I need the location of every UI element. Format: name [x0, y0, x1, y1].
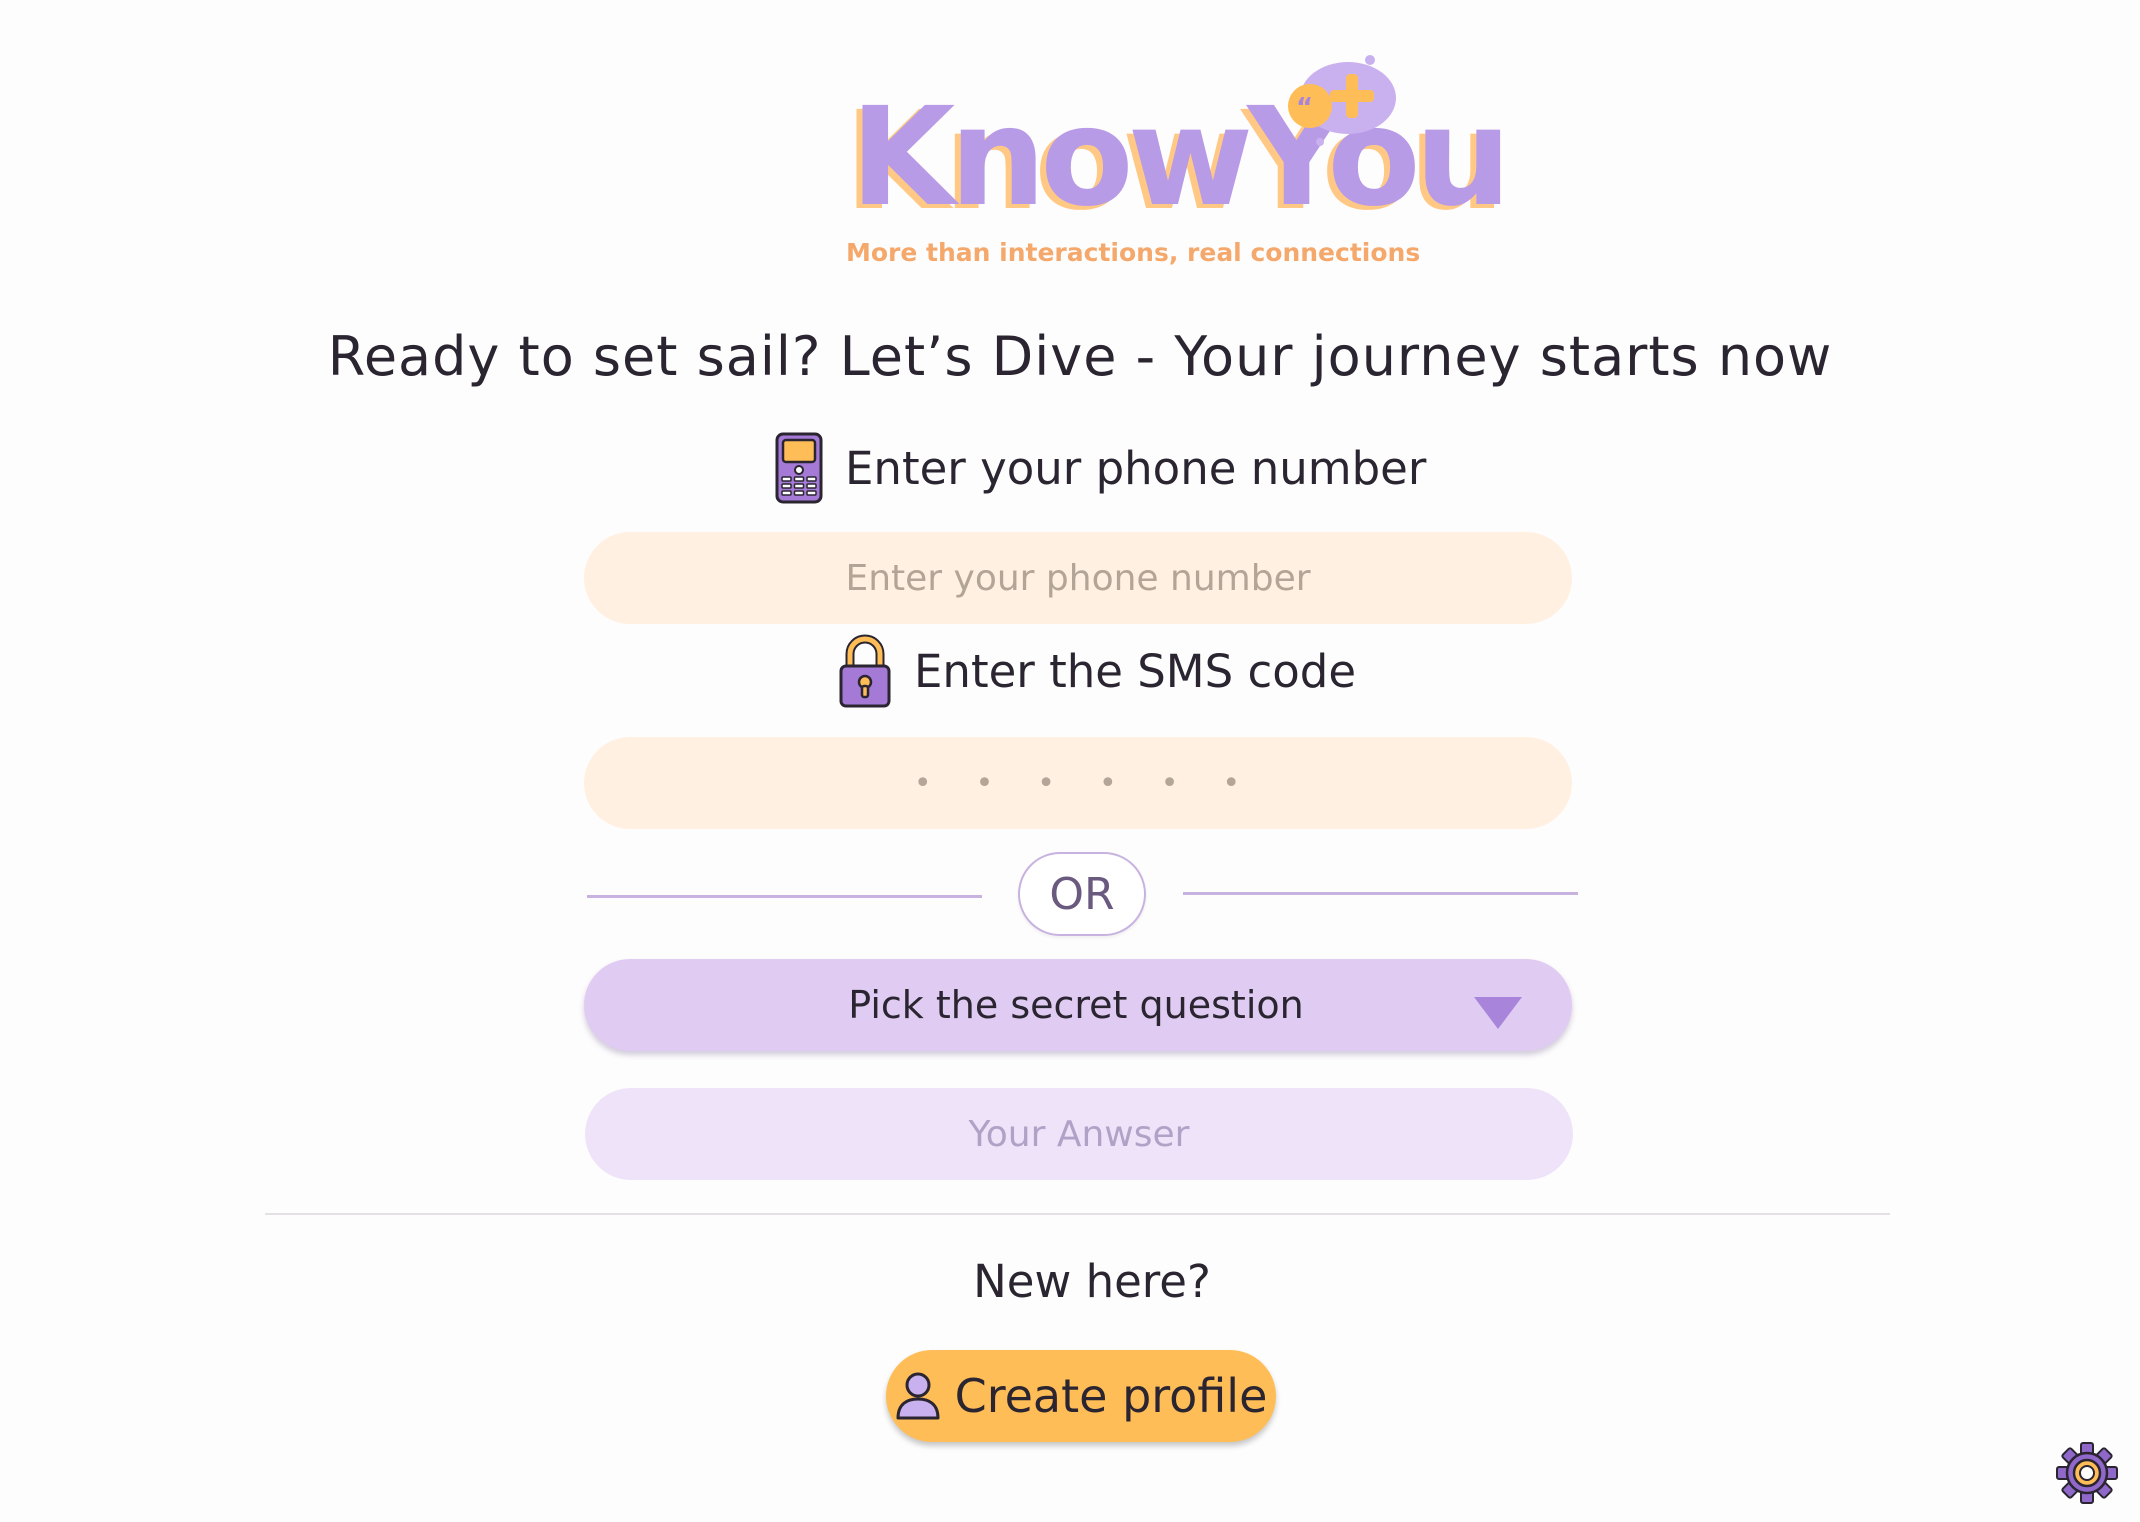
sms-section-label: Enter the SMS code	[838, 634, 1356, 708]
settings-button[interactable]	[2056, 1442, 2118, 1504]
secret-question-select[interactable]: Pick the secret question	[584, 959, 1572, 1051]
svg-text:“: “	[1296, 93, 1313, 123]
gear-icon	[2056, 1442, 2118, 1504]
divider-line-left	[587, 895, 982, 898]
padlock-icon	[839, 634, 891, 708]
logo-wordmark: KnowYou	[850, 79, 1512, 237]
sms-label-text: Enter the SMS code	[914, 644, 1357, 698]
knowyou-logo: KnowYou “ More than interactions, real c…	[840, 50, 1512, 280]
mobile-phone-icon	[775, 432, 823, 504]
phone-section-label: Enter your phone number	[775, 432, 1426, 504]
user-icon	[896, 1372, 940, 1420]
dropdown-arrow-icon	[1474, 997, 1522, 1029]
section-separator	[265, 1213, 1890, 1215]
phone-number-input[interactable]	[584, 532, 1572, 624]
speech-plus-icon: “	[1288, 55, 1396, 146]
sms-code-input[interactable]	[584, 737, 1572, 829]
phone-label-text: Enter your phone number	[845, 441, 1427, 495]
create-profile-label: Create profile	[954, 1369, 1268, 1423]
divider-line-right	[1183, 892, 1578, 895]
page-title: Ready to set sail? Let’s Dive - Your jou…	[327, 325, 1833, 388]
secret-answer-input[interactable]	[585, 1088, 1573, 1180]
create-profile-button[interactable]: Create profile	[886, 1350, 1276, 1442]
new-here-text: New here?	[973, 1255, 1211, 1308]
secret-question-label: Pick the secret question	[848, 983, 1304, 1027]
logo-tagline: More than interactions, real connections	[846, 238, 1421, 267]
or-divider: OR	[1018, 852, 1146, 936]
